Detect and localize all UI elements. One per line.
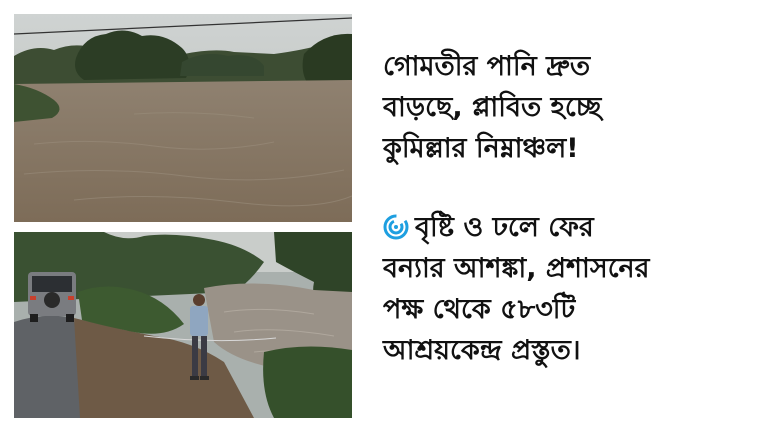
cyclone-icon xyxy=(383,214,409,240)
detail-line-1-text: বৃষ্টি ও ঢলে ফের xyxy=(415,212,594,243)
detail-line-3: পক্ষ থেকে ৫৮৩টি xyxy=(383,294,576,325)
detail-line-4: আশ্রয়কেন্দ্র প্রস্তুত। xyxy=(383,335,581,366)
flooded-river-photo xyxy=(14,14,352,222)
detail-line-1: বৃষ্টি ও ঢলে ফের xyxy=(383,207,758,248)
headline-line-2: বাড়ছে, প্লাবিত হচ্ছে xyxy=(383,92,602,123)
detail-text: বৃষ্টি ও ঢলে ফের বন্যার আশঙ্কা, প্রশাসনে… xyxy=(383,207,758,371)
headline-line-3: কুমিল্লার নিম্নাঞ্চল! xyxy=(383,133,579,164)
headline-line-1: গোমতীর পানি দ্রুত xyxy=(383,51,591,82)
detail-line-2: বন্যার আশঙ্কা, প্রশাসনের xyxy=(383,253,650,284)
headline: গোমতীর পানি দ্রুত বাড়ছে, প্লাবিত হচ্ছে … xyxy=(383,46,758,169)
flooded-road-photo xyxy=(14,232,352,418)
news-text-panel: গোমতীর পানি দ্রুত বাড়ছে, প্লাবিত হচ্ছে … xyxy=(383,46,758,371)
